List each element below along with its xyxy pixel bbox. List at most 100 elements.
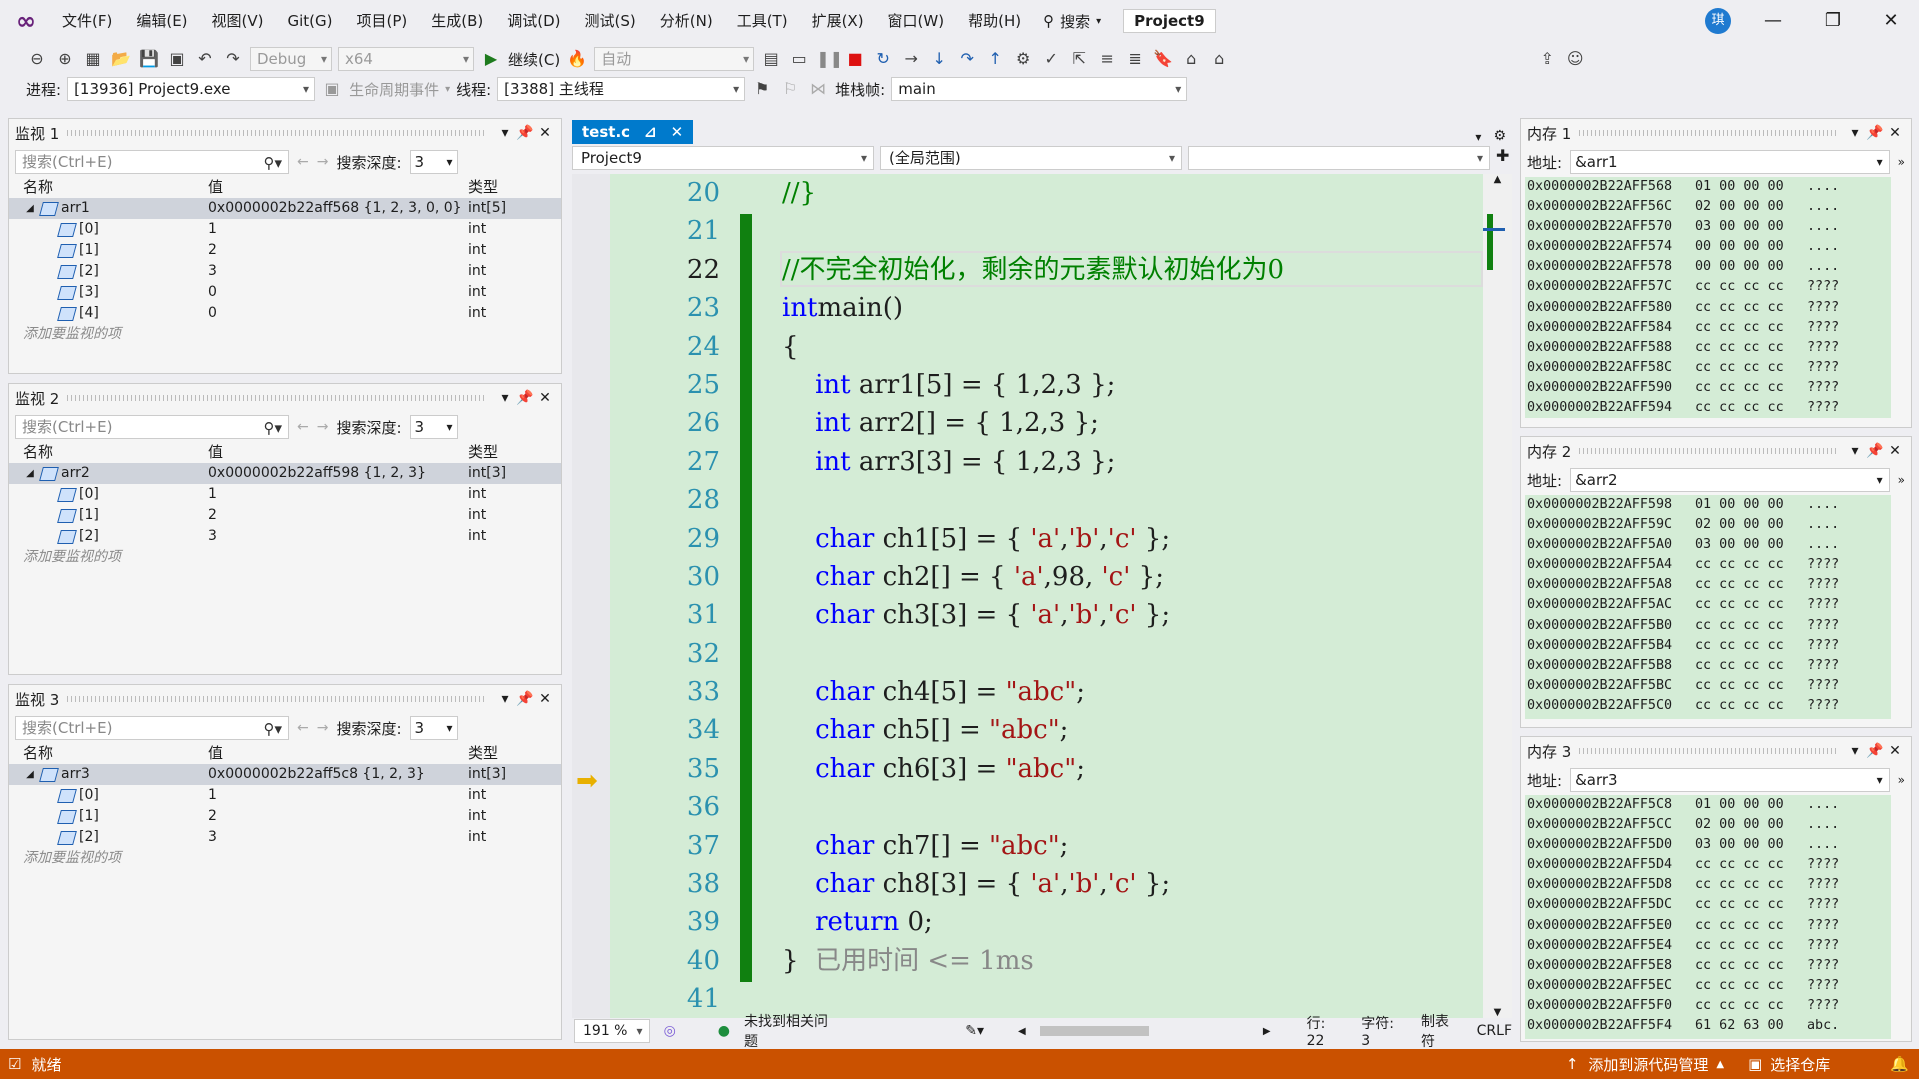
menu-item-12[interactable]: 帮助(H) [956, 0, 1033, 42]
memory-row[interactable]: 0x0000002B22AFF5E8 cc cc cc cc???? [1525, 956, 1891, 976]
scope-select[interactable]: (全局范围) [880, 146, 1182, 170]
project-select[interactable]: Project9 [572, 146, 874, 170]
watch-row[interactable]: ◢ arr1 0x0000002b22aff568 {1, 2, 3, 0, 0} i… [9, 198, 561, 219]
memory-row[interactable]: 0x0000002B22AFF580 cc cc cc cc???? [1525, 298, 1891, 318]
visual-studio-logo-icon[interactable]: ∞ [12, 7, 40, 35]
watch-row[interactable]: [2] 3 int [9, 261, 561, 282]
watch-row[interactable]: [3] 0 int [9, 282, 561, 303]
memory-row[interactable]: 0x0000002B22AFF5A0 03 00 00 00.... [1525, 535, 1891, 555]
memory-row[interactable]: 0x0000002B22AFF5BC cc cc cc cc???? [1525, 676, 1891, 696]
watch-value[interactable]: 2 [208, 240, 468, 261]
bookmark-icon[interactable]: 🔖 [1152, 48, 1174, 70]
undo-icon[interactable]: ↶ [194, 48, 216, 70]
back-icon[interactable]: ← [297, 720, 309, 736]
watch-row[interactable]: [0] 1 int [9, 219, 561, 240]
pin-icon[interactable]: 📌 [1865, 443, 1885, 459]
platform-select[interactable]: x64 [338, 47, 474, 71]
options-icon[interactable]: » [1898, 155, 1905, 169]
watch-value[interactable]: 0x0000002b22aff598 {1, 2, 3} [208, 463, 468, 484]
feedback-icon[interactable]: ☺ [1564, 48, 1586, 70]
gear-icon[interactable]: ⚙ [1493, 128, 1506, 144]
address-input[interactable]: &arr1 [1570, 150, 1890, 174]
watch-row[interactable]: [2] 3 int [9, 526, 561, 547]
stack-frame-select[interactable]: main [891, 77, 1188, 101]
pin-icon[interactable]: 📌 [515, 691, 535, 707]
menu-item-5[interactable]: 生成(B) [419, 0, 495, 42]
watch-value[interactable]: 3 [208, 261, 468, 282]
memory-row[interactable]: 0x0000002B22AFF570 03 00 00 00.... [1525, 217, 1891, 237]
hot-reload-icon[interactable]: 🔥 [566, 48, 588, 70]
select-repository-button[interactable]: 选择仓库 [1770, 1054, 1830, 1075]
memory-2-grid[interactable]: 0x0000002B22AFF598 01 00 00 00.... 0x00000… [1525, 495, 1891, 719]
dropdown-icon[interactable]: ▾ [1845, 743, 1865, 759]
code-line[interactable] [782, 635, 1482, 673]
close-icon[interactable]: ✕ [1885, 443, 1905, 459]
new-project-icon[interactable]: ▦ [82, 48, 104, 70]
restart-icon[interactable]: ↻ [872, 48, 894, 70]
auto-select[interactable]: 自动 [594, 47, 755, 71]
watch-value[interactable]: 2 [208, 806, 468, 827]
col-name[interactable]: 名称 [23, 743, 208, 764]
memory-row[interactable]: 0x0000002B22AFF5C8 01 00 00 00.... [1525, 795, 1891, 815]
code-line[interactable]: int arr1[5] = { 1,2,3 }; [782, 366, 1482, 404]
code-line[interactable]: int arr2[] = { 1,2,3 }; [782, 404, 1482, 442]
continue-button[interactable]: 继续(C) [508, 49, 560, 70]
pin-icon[interactable]: 📌 [1865, 125, 1885, 141]
horizontal-scrollbar[interactable] [1039, 1026, 1149, 1036]
add-to-source-control-button[interactable]: 添加到源代码管理 [1588, 1054, 1708, 1075]
search-button[interactable]: ⚲ 搜索 ▾ [1033, 11, 1111, 32]
col-type[interactable]: 类型 [468, 743, 553, 764]
memory-row[interactable]: 0x0000002B22AFF5A8 cc cc cc cc???? [1525, 575, 1891, 595]
code-line[interactable]: { [782, 328, 1482, 366]
watch-value[interactable]: 3 [208, 827, 468, 848]
close-icon[interactable]: ✕ [535, 390, 555, 406]
menu-item-9[interactable]: 工具(T) [725, 0, 800, 42]
watch-value[interactable]: 1 [208, 484, 468, 505]
watch-value[interactable]: 0 [208, 282, 468, 303]
back-icon[interactable]: ← [297, 154, 309, 170]
col-value[interactable]: 值 [208, 442, 468, 463]
dropdown-icon[interactable]: ▾ [1845, 443, 1865, 459]
options-icon[interactable]: » [1898, 473, 1905, 487]
menu-item-6[interactable]: 调试(D) [495, 0, 572, 42]
restore-icon[interactable]: ❐ [1805, 0, 1861, 42]
code-line[interactable]: //} [782, 174, 1482, 212]
step-out-icon[interactable]: ↑ [984, 48, 1006, 70]
search-input[interactable]: 搜索(Ctrl+E) ⚲▾ [15, 415, 289, 439]
spell-check-icon[interactable]: ✓ [1040, 48, 1062, 70]
menu-item-0[interactable]: 文件(F) [50, 0, 124, 42]
watch-row[interactable]: [1] 2 int [9, 505, 561, 526]
process-select[interactable]: [13936] Project9.exe [67, 77, 316, 101]
watch-value[interactable]: 1 [208, 219, 468, 240]
navigate-icon[interactable]: ⇱ [1068, 48, 1090, 70]
code-line[interactable]: char ch5[] = "abc"; [782, 711, 1482, 749]
code-line[interactable]: } 已用时间 <= 1ms [782, 942, 1482, 980]
memory-row[interactable]: 0x0000002B22AFF578 00 00 00 00.... [1525, 257, 1891, 277]
memory-row[interactable]: 0x0000002B22AFF568 01 00 00 00.... [1525, 177, 1891, 197]
memory-row[interactable]: 0x0000002B22AFF594 cc cc cc cc???? [1525, 398, 1891, 418]
watch-row[interactable]: [1] 2 int [9, 240, 561, 261]
tab-overflow-icon[interactable]: ▾ [1475, 130, 1481, 144]
avatar[interactable]: 琪 [1705, 8, 1731, 34]
memory-row[interactable]: 0x0000002B22AFF5C0 cc cc cc cc???? [1525, 696, 1891, 716]
dropdown-icon[interactable]: ▾ [495, 125, 515, 141]
code-line[interactable]: char ch6[3] = "abc"; [782, 750, 1482, 788]
share-icon[interactable]: ⇪ [1536, 48, 1558, 70]
code-line[interactable]: char ch3[3] = { 'a','b','c' }; [782, 596, 1482, 634]
menu-item-3[interactable]: Git(G) [276, 0, 345, 42]
col-type[interactable]: 类型 [468, 442, 553, 463]
memory-row[interactable]: 0x0000002B22AFF56C 02 00 00 00.... [1525, 197, 1891, 217]
memory-row[interactable]: 0x0000002B22AFF5D8 cc cc cc cc???? [1525, 875, 1891, 895]
code-lines[interactable]: //}//不完全初始化，剩余的元素默认初始化为0 intmain(){ int a… [782, 174, 1482, 1018]
memory-row[interactable]: 0x0000002B22AFF590 cc cc cc cc???? [1525, 378, 1891, 398]
diagnostics-icon[interactable]: ⚙ [1012, 48, 1034, 70]
prev-bookmark-icon[interactable]: ⌂ [1180, 48, 1202, 70]
depth-select[interactable]: 3 [409, 415, 458, 439]
memory-row[interactable]: 0x0000002B22AFF5AC cc cc cc cc???? [1525, 595, 1891, 615]
menu-item-2[interactable]: 视图(V) [200, 0, 276, 42]
memory-row[interactable]: 0x0000002B22AFF5B8 cc cc cc cc???? [1525, 656, 1891, 676]
menu-item-10[interactable]: 扩展(X) [800, 0, 876, 42]
open-folder-icon[interactable]: 📂 [110, 48, 132, 70]
expand-icon[interactable]: ◢ [23, 764, 37, 785]
forward-icon[interactable]: → [317, 720, 329, 736]
